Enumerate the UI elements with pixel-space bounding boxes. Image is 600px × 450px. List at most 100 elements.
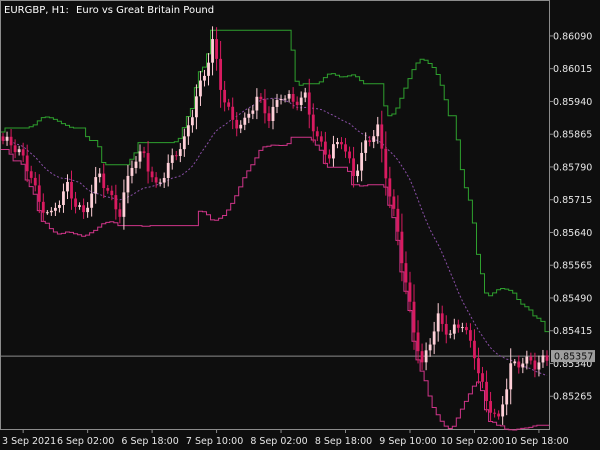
candle[interactable] [521,357,525,374]
candle[interactable] [412,284,416,350]
candle[interactable] [303,87,307,103]
candle[interactable] [485,370,488,413]
candle[interactable] [336,137,339,149]
candle[interactable] [356,164,360,183]
candle[interactable] [118,202,122,224]
candle[interactable] [186,116,190,145]
candle[interactable] [138,144,142,169]
candle[interactable] [78,202,81,210]
candle[interactable] [170,148,174,170]
candle[interactable] [420,343,424,370]
candle[interactable] [82,198,86,219]
candle[interactable] [182,128,186,157]
candle[interactable] [408,271,412,313]
candle[interactable] [74,191,77,214]
candle[interactable] [424,342,428,371]
candle[interactable] [388,166,392,209]
candle[interactable] [90,184,94,217]
candle[interactable] [271,98,275,130]
candle[interactable] [477,347,480,384]
candle[interactable] [372,129,376,149]
candle[interactable] [464,322,468,335]
candle[interactable] [428,338,432,357]
candle[interactable] [53,202,57,217]
candle[interactable] [340,137,343,150]
candle[interactable] [29,165,33,184]
candle[interactable] [360,142,364,182]
candle[interactable] [166,154,170,187]
candle[interactable] [247,108,251,124]
candle[interactable] [162,172,166,188]
candle[interactable] [122,179,126,230]
candle[interactable] [396,195,400,246]
candle[interactable] [114,184,118,220]
candle[interactable] [223,80,227,112]
candle[interactable] [154,172,158,188]
candle[interactable] [150,166,154,183]
candle[interactable] [231,97,235,130]
candle[interactable] [392,189,396,217]
candle[interactable] [41,193,45,222]
candle[interactable] [134,156,138,174]
candle[interactable] [211,26,214,76]
candle[interactable] [130,160,134,184]
candle[interactable] [404,251,408,295]
candle[interactable] [70,170,73,210]
candle[interactable] [501,395,505,425]
candle[interactable] [146,141,150,184]
candle[interactable] [86,202,90,218]
candle[interactable] [58,200,61,213]
candle[interactable] [62,183,65,213]
candle[interactable] [275,93,279,114]
candle[interactable] [384,131,388,196]
candle[interactable] [364,132,368,161]
candle[interactable] [1,132,5,145]
candle[interactable] [473,329,476,370]
price-chart[interactable]: 0.86090 0.86015 0.85940 0.85865 0.85790 0.857… [0,0,600,450]
candle[interactable] [215,27,218,71]
candle[interactable] [323,131,327,165]
candle[interactable] [432,321,436,355]
candle[interactable] [17,145,21,156]
candle[interactable] [529,352,533,365]
candle[interactable] [158,178,162,187]
candle[interactable] [469,323,472,348]
candle[interactable] [267,106,271,129]
candle[interactable] [348,146,351,164]
candle[interactable] [66,174,69,200]
candle[interactable] [416,320,420,364]
candle[interactable] [505,378,509,416]
candle[interactable] [25,144,29,183]
candle[interactable] [287,90,291,103]
candle[interactable] [106,185,110,194]
candle[interactable] [9,129,13,154]
candle[interactable] [460,322,464,333]
candle[interactable] [307,78,311,129]
candle[interactable] [195,84,198,130]
candle[interactable] [243,112,247,131]
candle[interactable] [376,116,380,144]
candle[interactable] [327,149,331,164]
candle[interactable] [444,315,448,344]
candle[interactable] [509,348,513,405]
candle[interactable] [545,350,549,366]
candle[interactable] [517,355,521,374]
candle[interactable] [456,319,460,333]
candle[interactable] [45,210,49,215]
candle[interactable] [255,88,259,120]
candle[interactable] [142,146,146,158]
candle[interactable] [126,165,130,204]
candle[interactable] [489,391,492,422]
candle[interactable] [37,174,41,214]
candle[interactable] [227,98,231,111]
candle[interactable] [315,126,319,141]
candle[interactable] [295,96,299,111]
candle[interactable] [279,94,283,105]
candle[interactable] [513,358,517,366]
candle[interactable] [448,329,452,339]
candle[interactable] [33,171,37,192]
candle[interactable] [400,213,404,282]
candle[interactable] [311,103,315,143]
candle[interactable] [452,318,456,340]
candle[interactable] [219,40,223,108]
